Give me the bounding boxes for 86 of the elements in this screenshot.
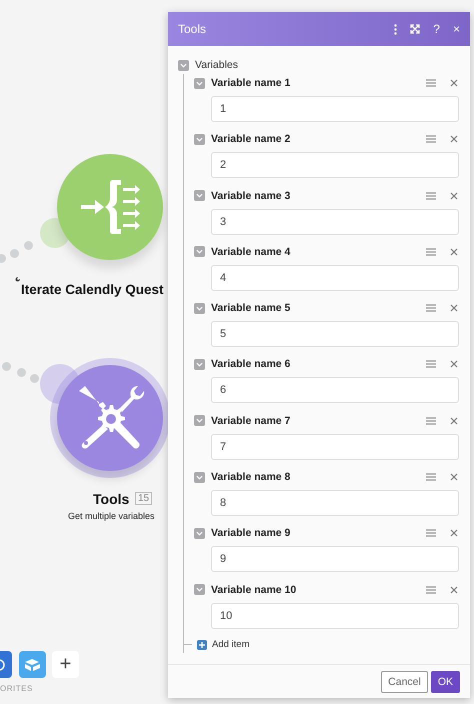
menu-icon[interactable] <box>426 248 436 256</box>
more-icon[interactable] <box>394 24 398 34</box>
variable-input[interactable]: 6 <box>211 377 459 404</box>
module-title: Iterate Calendly Quest <box>21 282 164 297</box>
connector-dot <box>30 374 39 383</box>
variable-label: Variable name 1 <box>211 77 292 89</box>
chevron-icon <box>196 192 203 200</box>
collapse-toggle[interactable] <box>194 78 205 88</box>
menu-icon[interactable] <box>426 192 436 200</box>
chevron-icon <box>196 136 203 143</box>
connector-dot <box>10 249 19 258</box>
chevron-icon <box>180 62 187 68</box>
add-icon[interactable] <box>197 640 207 650</box>
variable-input[interactable]: 5 <box>211 321 459 348</box>
connector-dot <box>24 241 33 250</box>
collapse-toggle[interactable] <box>194 415 205 426</box>
chevron-icon <box>196 248 203 256</box>
collapse-toggle[interactable] <box>194 302 205 314</box>
chevron-icon <box>196 417 203 424</box>
menu-icon[interactable] <box>426 79 436 87</box>
help-button[interactable]: ? <box>433 22 440 36</box>
module-number: 15 <box>135 492 152 505</box>
module-subtitle: Get multiple variables <box>68 511 155 521</box>
collapse-toggle[interactable] <box>194 358 205 370</box>
collapse-toggle[interactable] <box>194 190 205 202</box>
remove-icon[interactable] <box>450 360 458 368</box>
variable-input[interactable]: 3 <box>211 208 459 235</box>
collapse-toggle[interactable] <box>194 134 205 145</box>
remove-icon[interactable] <box>450 79 458 87</box>
menu-icon[interactable] <box>426 529 436 538</box>
variable-label: Variable name 7 <box>211 414 292 427</box>
variable-label: Variable name 3 <box>211 190 292 202</box>
remove-icon[interactable] <box>450 135 458 144</box>
menu-icon[interactable] <box>426 586 436 594</box>
variable-label: Variable name 8 <box>211 471 292 484</box>
collapse-toggle[interactable] <box>194 472 205 483</box>
menu-icon[interactable] <box>426 135 436 144</box>
section-label: Variables <box>195 59 238 71</box>
variable-input[interactable]: 10 <box>211 602 459 629</box>
favorites-label: ORITES <box>0 684 33 693</box>
variable-input[interactable]: 7 <box>211 434 459 460</box>
remove-icon[interactable] <box>450 473 458 482</box>
connector-dot <box>2 362 11 371</box>
close-button[interactable]: × <box>452 22 460 36</box>
variable-label: Variable name 5 <box>211 302 292 314</box>
remove-icon[interactable] <box>450 416 458 425</box>
menu-icon[interactable] <box>426 304 436 312</box>
remove-icon[interactable] <box>450 304 458 312</box>
collapse-toggle[interactable] <box>194 528 205 539</box>
dialog-title: Tools <box>178 22 208 36</box>
collapse-toggle[interactable] <box>178 60 189 70</box>
variable-label: Variable name 6 <box>211 358 292 370</box>
remove-icon[interactable] <box>450 248 458 256</box>
variable-label: Variable name 2 <box>211 133 292 146</box>
variable-input[interactable]: 2 <box>211 152 459 178</box>
chevron-icon <box>196 474 203 481</box>
variable-input[interactable]: 9 <box>211 546 459 572</box>
chevron-icon <box>196 304 203 312</box>
collapse-toggle[interactable] <box>194 584 205 596</box>
module-title: Tools <box>93 491 130 507</box>
remove-icon[interactable] <box>450 529 458 538</box>
variable-label: Variable name 4 <box>211 246 292 258</box>
add-item-link[interactable]: Add item <box>212 639 250 650</box>
collapse-toggle[interactable] <box>194 246 205 258</box>
app-icon[interactable] <box>19 651 46 678</box>
menu-icon[interactable] <box>426 360 436 368</box>
iterator-icon <box>79 178 141 236</box>
menu-icon[interactable] <box>426 473 436 482</box>
ok-button[interactable]: OK <box>430 670 460 692</box>
connector-dot <box>17 368 26 377</box>
tools-module[interactable] <box>57 365 163 471</box>
chevron-icon <box>196 360 203 368</box>
chevron-icon <box>196 530 203 537</box>
variable-label: Variable name 9 <box>211 527 292 540</box>
variable-input[interactable]: 4 <box>211 264 459 291</box>
cancel-button[interactable]: Cancel <box>381 670 428 692</box>
variable-input[interactable]: 1 <box>211 96 459 122</box>
remove-icon[interactable] <box>450 586 458 594</box>
chevron-icon <box>196 586 203 594</box>
chevron-icon <box>196 80 203 86</box>
remove-icon[interactable] <box>450 192 458 200</box>
variable-input[interactable]: 8 <box>211 490 459 516</box>
menu-icon[interactable] <box>426 416 436 425</box>
variable-label: Variable name 10 <box>211 584 298 596</box>
expand-icon[interactable] <box>410 24 420 34</box>
add-favorite-button[interactable]: + <box>52 651 79 678</box>
